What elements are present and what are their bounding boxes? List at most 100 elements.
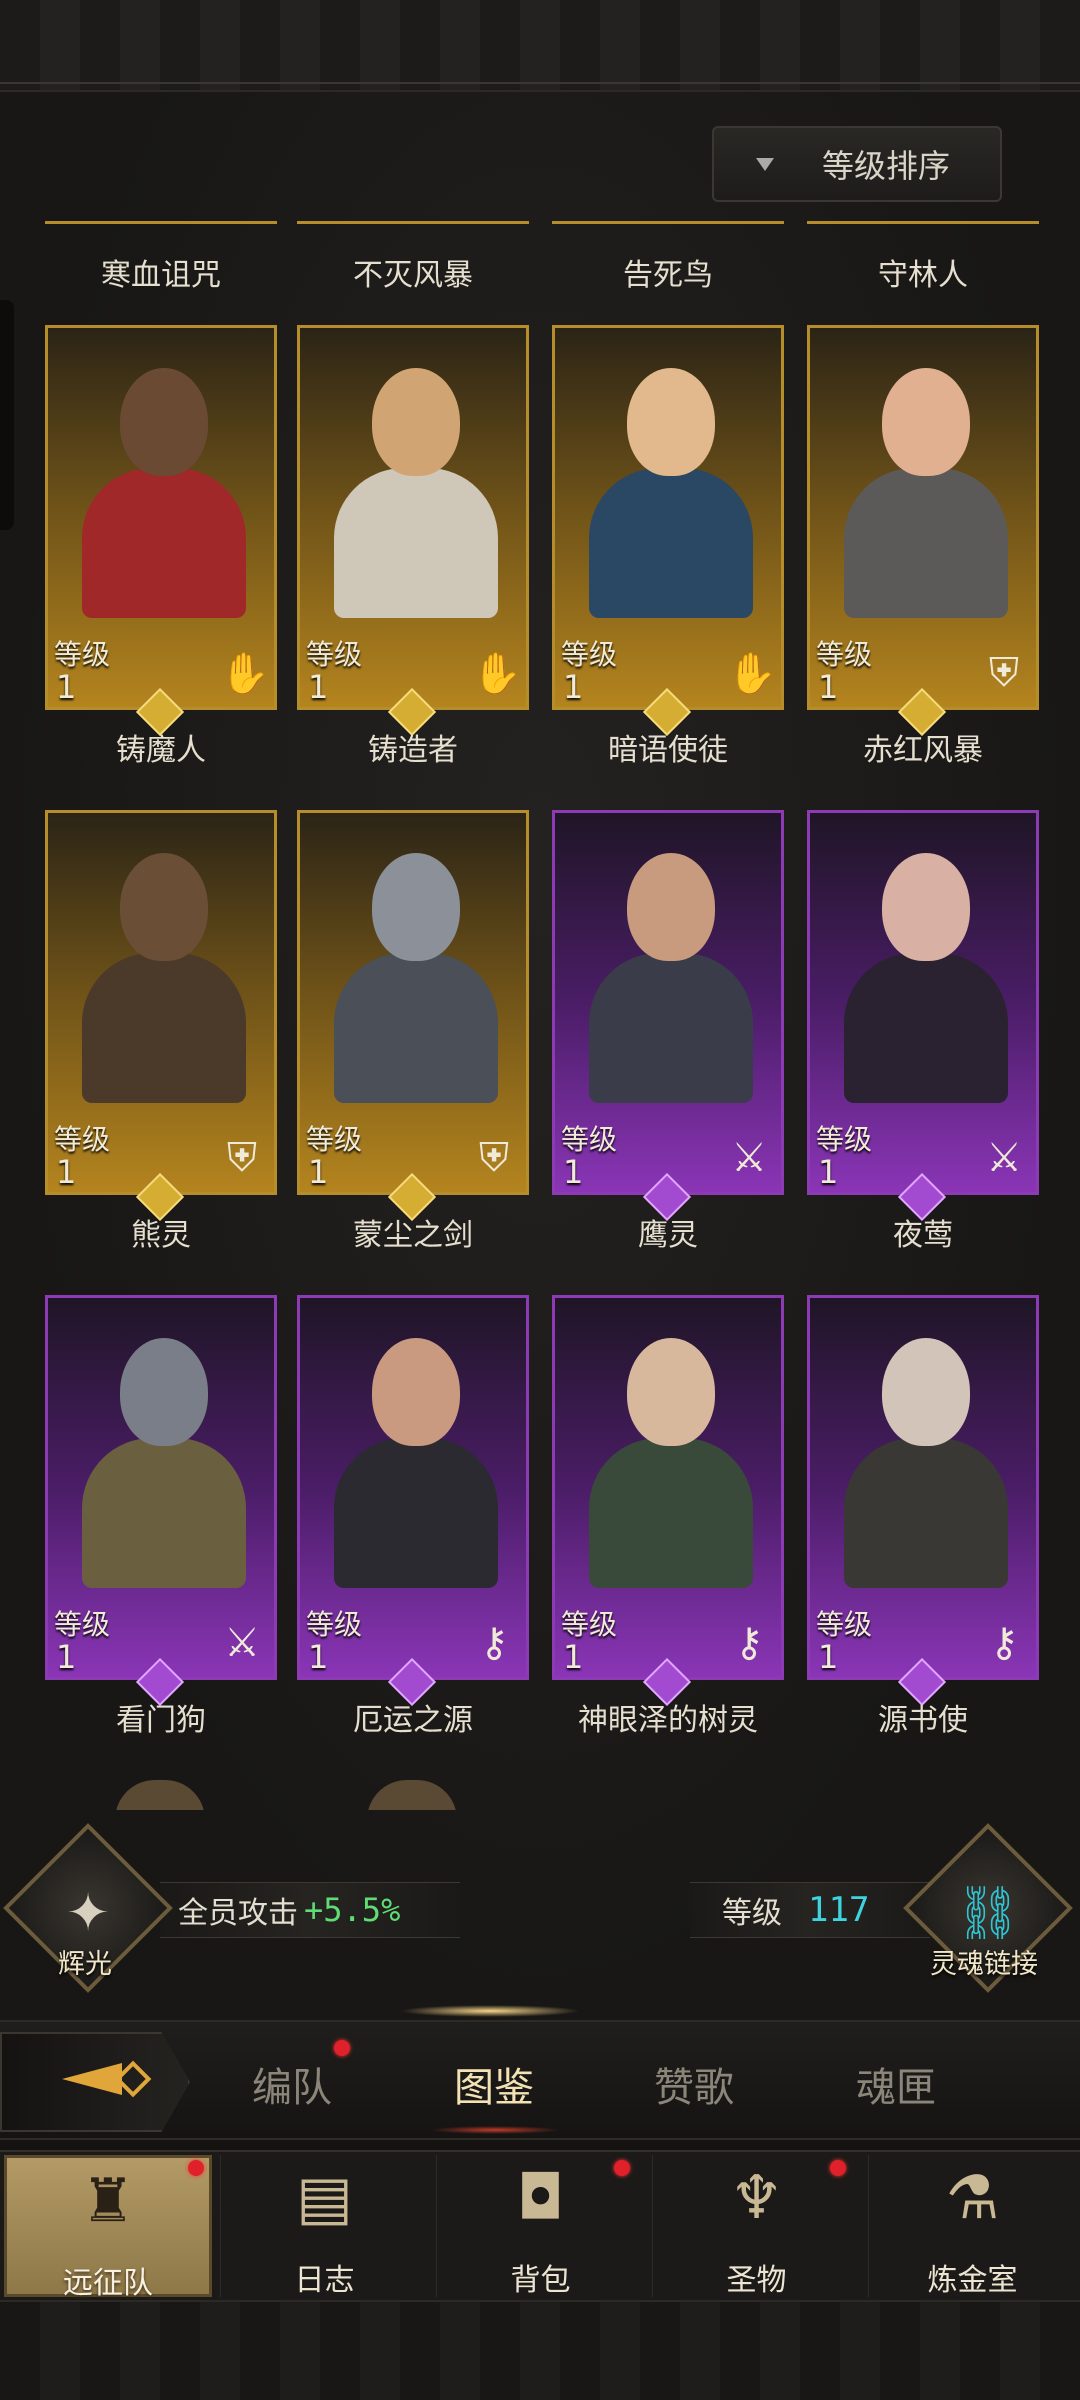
top-frame bbox=[0, 0, 1080, 92]
hero-portrait bbox=[583, 1328, 759, 1588]
hero-card-partial[interactable] bbox=[367, 1780, 457, 1810]
hero-name: 鹰灵 bbox=[638, 1218, 698, 1253]
hero-level-value: 1 bbox=[308, 1153, 329, 1191]
tab-indicator-glow bbox=[400, 2005, 580, 2017]
hero-level-label: 等级 bbox=[816, 1608, 873, 1641]
hero-name: 看门狗 bbox=[116, 1703, 206, 1738]
team-attack-label: 全员攻击 bbox=[178, 1896, 298, 1931]
hero-level-label: 等级 bbox=[306, 1608, 363, 1641]
hero-level-label: 等级 bbox=[816, 638, 873, 671]
hero-portrait bbox=[583, 843, 759, 1103]
hand-icon: ✋ bbox=[727, 651, 777, 697]
hero-card-partial[interactable] bbox=[115, 1780, 205, 1810]
sort-button[interactable]: 等级排序 bbox=[712, 126, 1002, 202]
hero-level-label: 等级 bbox=[306, 638, 363, 671]
hero-card-frame: 等级 1 ⚔ bbox=[45, 1295, 277, 1680]
sword-icon: ⚔ bbox=[224, 1620, 260, 1666]
tab-codex[interactable]: 图鉴 bbox=[454, 2055, 534, 2113]
hero-card-frame: 等级 1 ⛨ bbox=[807, 325, 1039, 710]
nav-backpack-badge bbox=[614, 2160, 630, 2176]
nav-expedition[interactable]: ♜ 远征队 bbox=[4, 2155, 212, 2301]
key-icon: ⚷ bbox=[989, 1620, 1019, 1666]
hero-level-value: 1 bbox=[818, 668, 839, 706]
shield-icon: ⛨ bbox=[227, 1135, 257, 1181]
shield-icon: ⛨ bbox=[479, 1135, 509, 1181]
hero-name: 铸魔人 bbox=[116, 733, 206, 768]
nav-label: 远征队 bbox=[63, 2266, 153, 2301]
soul-link-label: 灵魂链接 bbox=[930, 1949, 1038, 1980]
hero-portrait bbox=[583, 358, 759, 618]
hero-name: 夜莺 bbox=[893, 1218, 953, 1253]
hero-card-frame: 等级 1 ✋ bbox=[297, 325, 529, 710]
hero-level-value: 1 bbox=[56, 668, 77, 706]
hero-portrait bbox=[76, 358, 252, 618]
hand-icon: ✋ bbox=[472, 651, 522, 697]
nav-alchemy[interactable]: ⚗ 炼金室 bbox=[868, 2155, 1076, 2298]
hero-name: 源书使 bbox=[878, 1703, 968, 1738]
hero-level-value: 1 bbox=[308, 668, 329, 706]
hero-level-value: 1 bbox=[308, 1638, 329, 1676]
tab-soul-box[interactable]: 魂匣 bbox=[856, 2055, 936, 2113]
hero-portrait bbox=[328, 1328, 504, 1588]
nav-label: 炼金室 bbox=[927, 2263, 1018, 2298]
hero-card-frame: 等级 1 ⚷ bbox=[807, 1295, 1039, 1680]
horned-helmet-icon: ♜ bbox=[81, 2166, 135, 2236]
hero-card-frame: 等级 1 ✋ bbox=[45, 325, 277, 710]
hero-card-frame: 等级 1 ⚷ bbox=[297, 1295, 529, 1680]
hero-level-label: 等级 bbox=[561, 1608, 618, 1641]
hero-level-label: 等级 bbox=[561, 638, 618, 671]
card-edge bbox=[45, 220, 277, 224]
hero-name: 熊灵 bbox=[131, 1218, 191, 1253]
hero-portrait bbox=[838, 1328, 1014, 1588]
back-arrow-icon bbox=[62, 2063, 122, 2095]
card-edge bbox=[807, 220, 1039, 224]
key-icon: ⚷ bbox=[479, 1620, 509, 1666]
sort-button-label: 等级排序 bbox=[822, 147, 951, 185]
card-edge bbox=[552, 220, 784, 224]
tab-active-underline bbox=[430, 2126, 560, 2134]
hero-card-frame: 等级 1 ✋ bbox=[552, 325, 784, 710]
hero-name: 厄运之源 bbox=[353, 1703, 473, 1738]
hero-portrait bbox=[328, 358, 504, 618]
tab-formation[interactable]: 编队 bbox=[252, 2055, 332, 2113]
key-icon: ⚷ bbox=[734, 1620, 764, 1666]
nav-label: 圣物 bbox=[726, 2263, 787, 2298]
codex-level: 等级 117 bbox=[690, 1882, 930, 1938]
hero-portrait bbox=[838, 358, 1014, 618]
tab-formation-badge bbox=[334, 2040, 350, 2056]
shield-icon: ⛨ bbox=[989, 650, 1019, 696]
hero-grid: 寒血诅咒 不灭风暴 告死鸟 守林人 等级 1 ✋ 铸魔人 等级 1 ✋ 铸造者 等级 1 ✋ 暗语使徒… bbox=[0, 220, 1080, 1810]
hero-name: 寒血诅咒 bbox=[101, 258, 221, 293]
nav-relics-badge bbox=[830, 2160, 846, 2176]
hand-icon: ✋ bbox=[220, 651, 270, 697]
tab-anthem[interactable]: 赞歌 bbox=[654, 2055, 734, 2113]
codex-level-value: 117 bbox=[808, 1890, 870, 1930]
nav-journal[interactable]: ▤ 日志 bbox=[220, 2155, 428, 2298]
hero-name: 告死鸟 bbox=[623, 258, 713, 293]
hero-level-value: 1 bbox=[818, 1638, 839, 1676]
hero-level-label: 等级 bbox=[54, 1608, 111, 1641]
hero-card-frame: 等级 1 ⛨ bbox=[45, 810, 277, 1195]
hero-name: 蒙尘之剑 bbox=[353, 1218, 473, 1253]
scroll-map-icon: ▤ bbox=[296, 2163, 353, 2233]
codex-level-label: 等级 bbox=[722, 1896, 782, 1931]
bottom-frame bbox=[0, 2300, 1080, 2400]
backpack-icon: ◘ bbox=[516, 2163, 565, 2233]
team-attack-bonus: 全员攻击 +5.5% bbox=[160, 1882, 460, 1938]
hero-portrait bbox=[328, 843, 504, 1103]
hero-card-frame: 等级 1 ⛨ bbox=[297, 810, 529, 1195]
hero-name: 铸造者 bbox=[368, 733, 458, 768]
nav-label: 日志 bbox=[294, 2263, 355, 2298]
hero-portrait bbox=[76, 1328, 252, 1588]
nav-backpack[interactable]: ◘ 背包 bbox=[436, 2155, 644, 2298]
hero-name: 神眼泽的树灵 bbox=[578, 1703, 758, 1738]
nav-expedition-badge bbox=[188, 2160, 204, 2176]
hero-level-value: 1 bbox=[563, 1638, 584, 1676]
chalice-icon: ♆ bbox=[729, 2163, 784, 2233]
hero-card-frame: 等级 1 ⚔ bbox=[807, 810, 1039, 1195]
hero-level-label: 等级 bbox=[816, 1123, 873, 1156]
nav-relics[interactable]: ♆ 圣物 bbox=[652, 2155, 860, 2298]
hero-level-value: 1 bbox=[563, 1153, 584, 1191]
hero-level-label: 等级 bbox=[561, 1123, 618, 1156]
hero-level-value: 1 bbox=[56, 1638, 77, 1676]
